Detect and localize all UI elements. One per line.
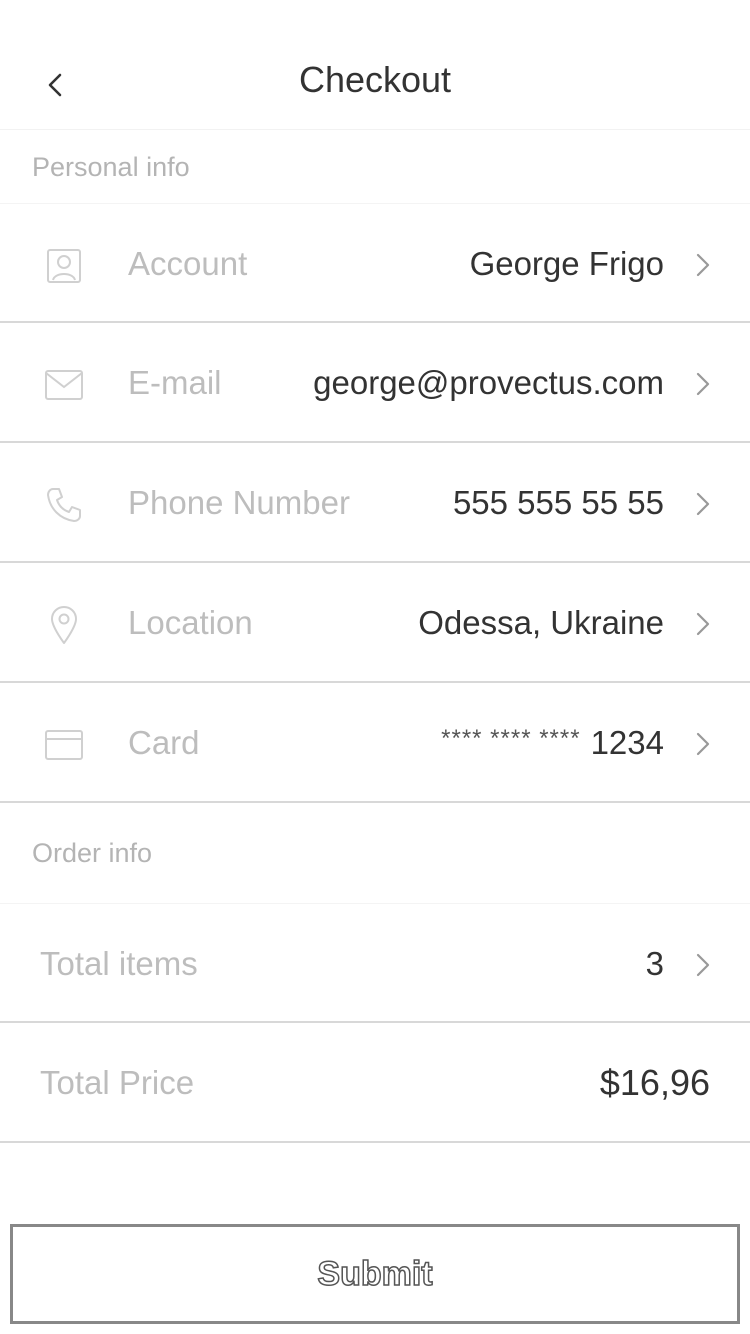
card-label: Card — [128, 724, 200, 761]
credit-card-icon — [42, 725, 86, 765]
phone-value: 555 555 55 55 — [452, 484, 664, 521]
location-value: Odessa, Ukraine — [418, 604, 664, 641]
phone-row[interactable]: Phone Number 555 555 55 55 — [0, 443, 750, 563]
mail-icon — [42, 365, 86, 405]
card-mask: **** **** **** — [441, 725, 581, 752]
header: Checkout — [0, 0, 750, 130]
account-value: George Frigo — [469, 245, 664, 282]
location-row[interactable]: Location Odessa, Ukraine — [0, 563, 750, 683]
total-price-row: Total Price $16,96 — [0, 1023, 750, 1143]
total-price-label: Total Price — [40, 1064, 195, 1101]
card-last-digits: 1234 — [590, 724, 664, 761]
chevron-right-icon — [696, 253, 710, 277]
card-row[interactable]: Card **** **** **** 1234 — [0, 683, 750, 803]
account-label: Account — [128, 245, 248, 282]
section-header-personal-info: Personal info — [32, 151, 190, 182]
card-value: **** **** **** 1234 — [441, 683, 664, 803]
section-header-order-info: Order info — [32, 837, 153, 868]
chevron-right-icon — [696, 732, 710, 756]
total-items-label: Total items — [40, 945, 198, 982]
total-items-row[interactable]: Total items 3 — [0, 903, 750, 1023]
email-value: george@provectus.com — [313, 364, 664, 401]
submit-button[interactable]: Submit — [10, 1224, 740, 1324]
account-row[interactable]: Account George Frigo — [0, 203, 750, 323]
chevron-right-icon — [696, 953, 710, 977]
email-label: E-mail — [128, 364, 222, 401]
submit-label: Submit — [317, 1254, 434, 1294]
location-pin-icon — [42, 605, 86, 645]
page-title: Checkout — [298, 59, 452, 100]
chevron-right-icon — [696, 492, 710, 516]
chevron-right-icon — [696, 372, 710, 396]
phone-label: Phone Number — [128, 484, 350, 521]
user-icon — [42, 246, 86, 286]
total-price-value: $16,96 — [599, 1062, 710, 1103]
total-items-value: 3 — [645, 945, 664, 982]
chevron-right-icon — [696, 612, 710, 636]
email-row[interactable]: E-mail george@provectus.com — [0, 323, 750, 443]
phone-icon — [42, 485, 86, 525]
location-label: Location — [128, 604, 253, 641]
